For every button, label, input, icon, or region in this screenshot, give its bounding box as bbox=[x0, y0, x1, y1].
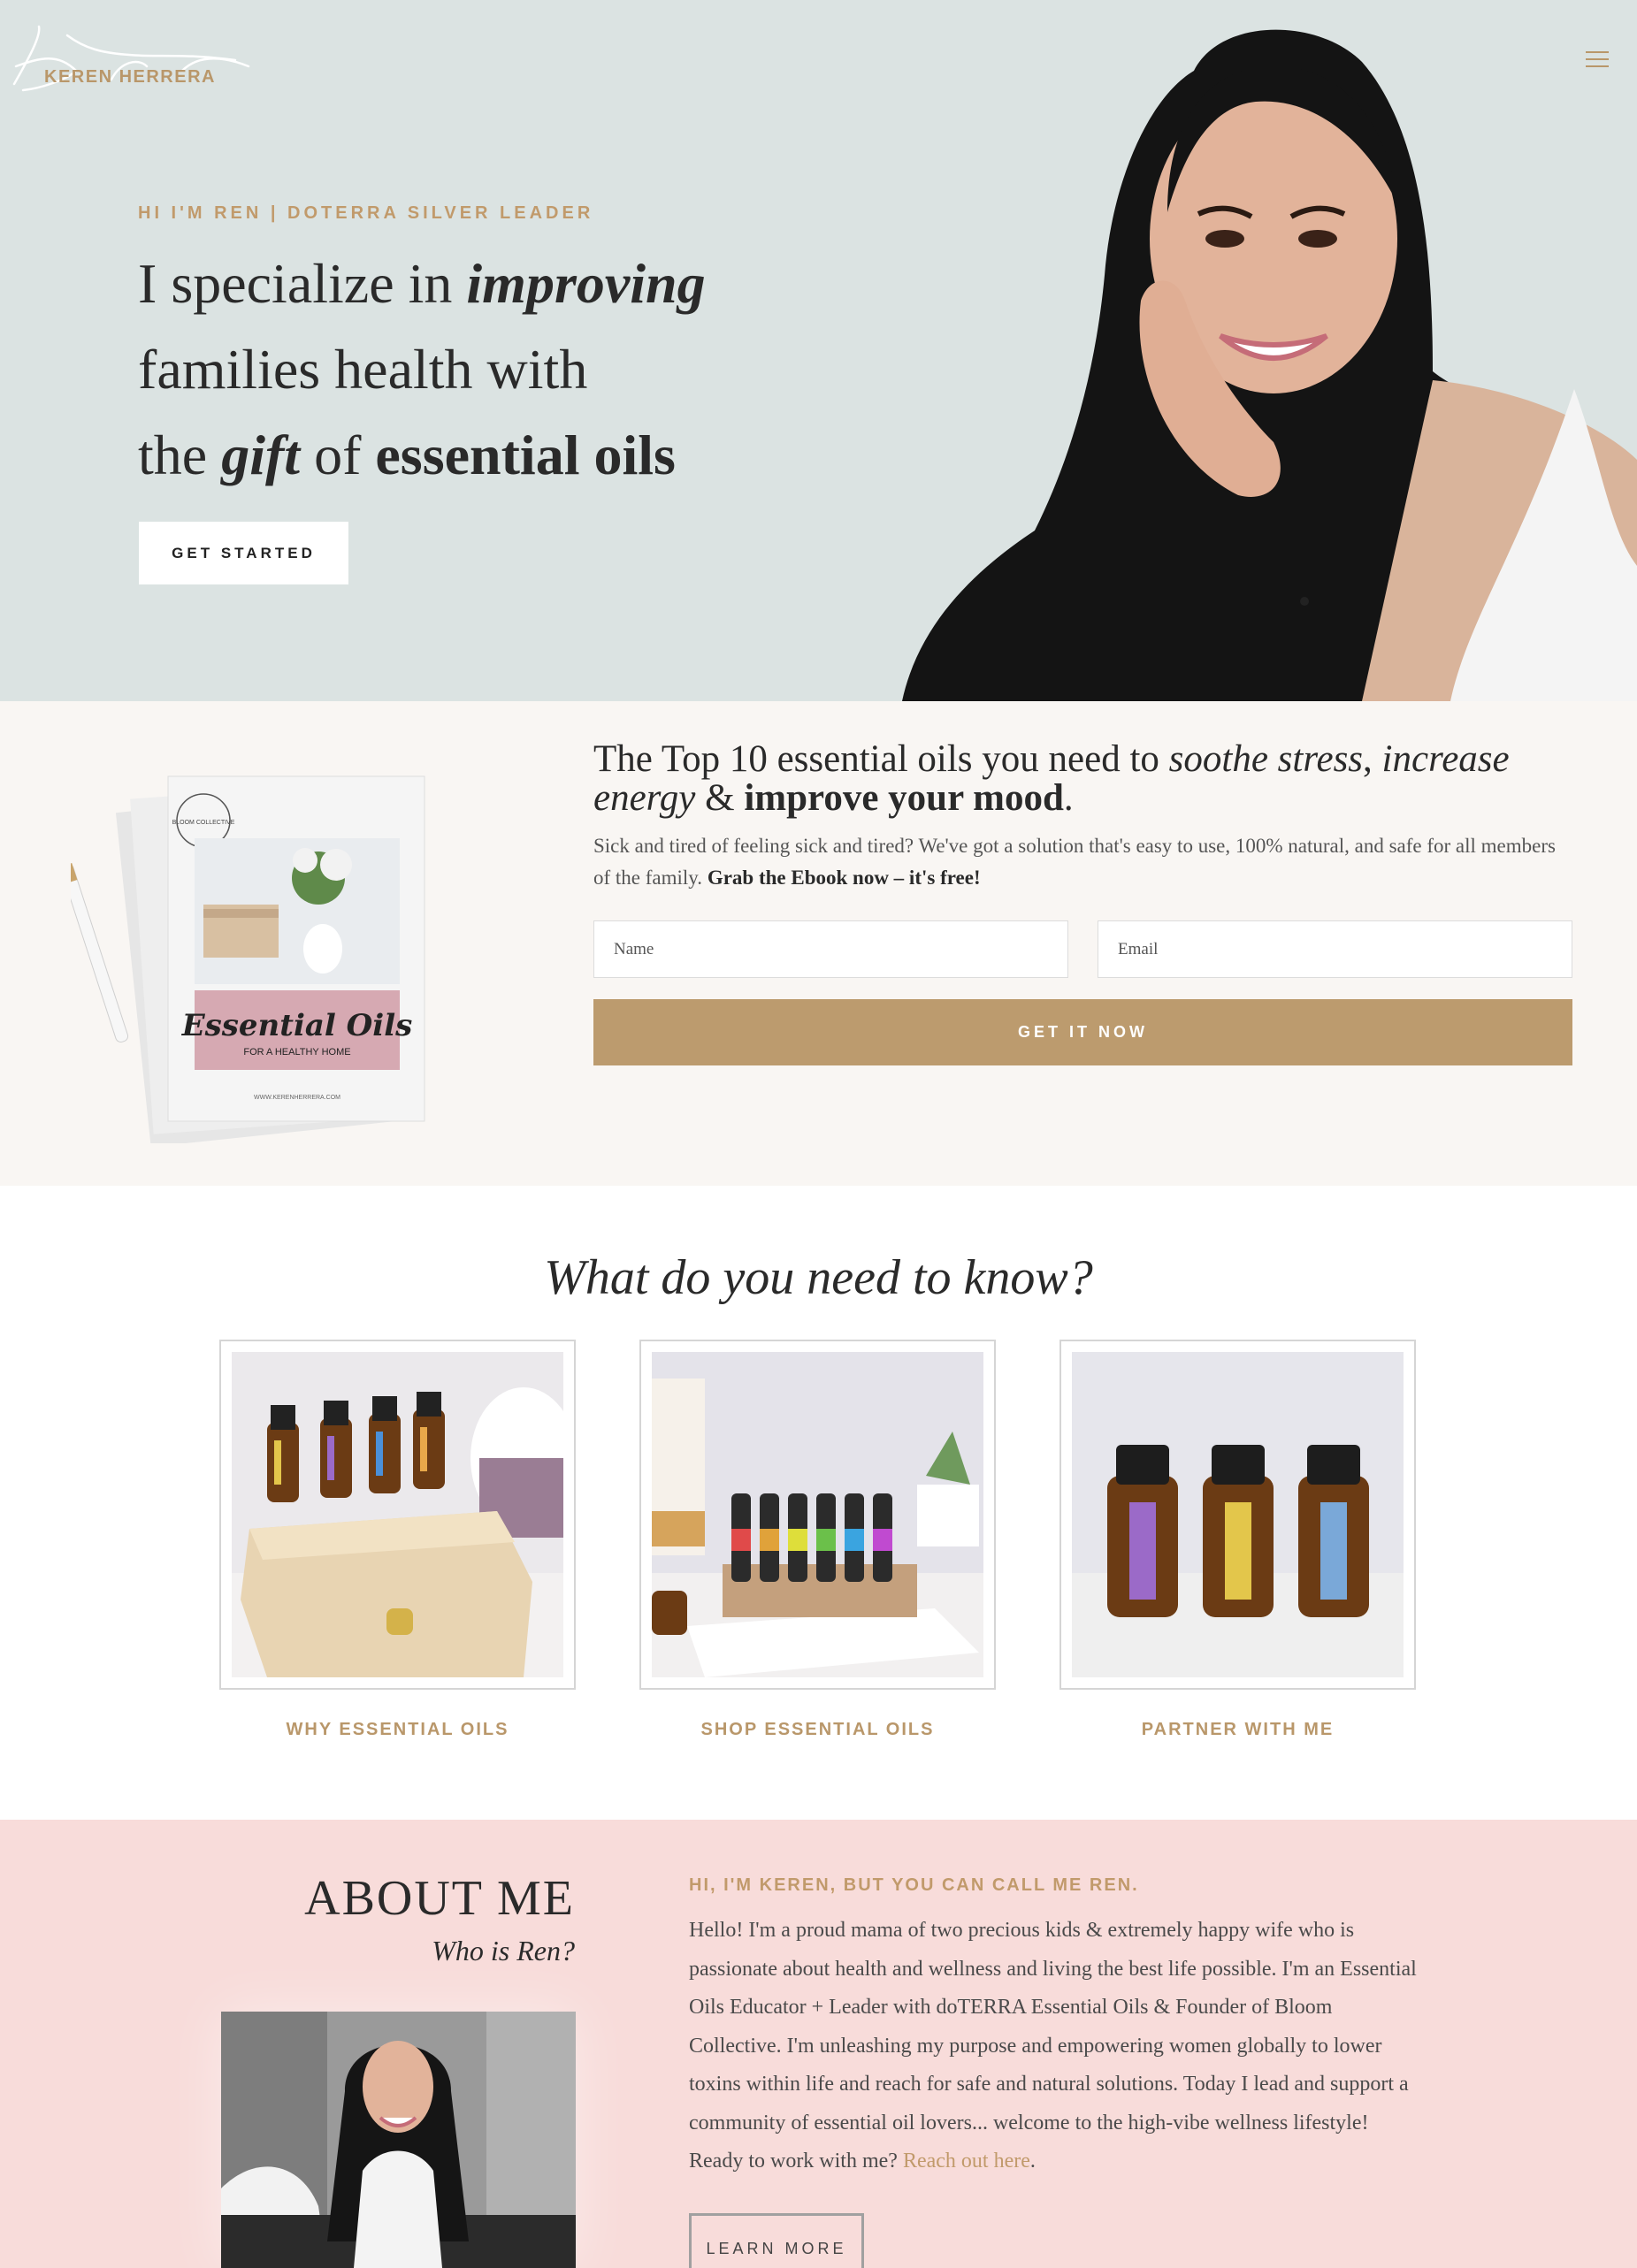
hero-portrait-image bbox=[902, 29, 1637, 701]
svg-text:FOR A HEALTHY HOME: FOR A HEALTHY HOME bbox=[243, 1047, 350, 1058]
know-section: What do you need to know? WHY ESSENTIAL … bbox=[0, 1186, 1637, 1820]
about-body: Hello! I'm a proud mama of two precious … bbox=[689, 1919, 1417, 2173]
get-it-now-button[interactable]: GET IT NOW bbox=[593, 999, 1572, 1065]
ebook-title: The Top 10 essential oils you need to so… bbox=[593, 738, 1510, 819]
reach-out-link[interactable]: Reach out here bbox=[903, 2150, 1030, 2173]
site-logo[interactable]: KEREN HERRERA bbox=[5, 18, 262, 106]
rollerball-oils-image bbox=[652, 1352, 983, 1677]
about-portrait-image bbox=[221, 2012, 576, 2268]
card-label-why-essential-oils[interactable]: WHY ESSENTIAL OILS bbox=[219, 1720, 576, 1740]
get-started-button[interactable]: GET STARTED bbox=[139, 522, 348, 584]
card-label-shop-essential-oils[interactable]: SHOP ESSENTIAL OILS bbox=[639, 1720, 996, 1740]
card-shop-essential-oils[interactable] bbox=[639, 1340, 996, 1690]
svg-text:WWW.KERENHERRERA.COM: WWW.KERENHERRERA.COM bbox=[254, 1095, 340, 1101]
name-input[interactable] bbox=[593, 920, 1068, 978]
svg-text:BLOOM COLLECTIVE: BLOOM COLLECTIVE bbox=[172, 820, 235, 826]
logo-text: KEREN HERRERA bbox=[44, 67, 216, 87]
about-eyebrow: HI, I'M KEREN, BUT YOU CAN CALL ME REN. bbox=[689, 1875, 1139, 1895]
hero-heading: I specialize in improving families healt… bbox=[138, 252, 706, 486]
ebook-section: BLOOM COLLECTIVE Essential Oils FOR A HE… bbox=[0, 701, 1637, 1186]
ebook-description: Sick and tired of feeling sick and tired… bbox=[593, 835, 1556, 889]
about-section: ABOUT ME Who is Ren? HI, I'M KEREN, BUT … bbox=[0, 1820, 1637, 2268]
email-input[interactable] bbox=[1098, 920, 1572, 978]
svg-text:Essential Oils: Essential Oils bbox=[181, 1008, 413, 1043]
card-label-partner-with-me[interactable]: PARTNER WITH ME bbox=[1059, 1720, 1416, 1740]
signature-logo-icon bbox=[12, 25, 250, 92]
card-partner-with-me[interactable] bbox=[1059, 1340, 1416, 1690]
essential-oils-box-image bbox=[232, 1352, 563, 1677]
card-why-essential-oils[interactable] bbox=[219, 1340, 576, 1690]
hero-section: KEREN HERRERA HI I'M REN | DOTERRA SILVE… bbox=[0, 0, 1637, 701]
know-title: What do you need to know? bbox=[544, 1250, 1093, 1305]
ebook-description-highlight: Grab the Ebook now – it's free! bbox=[707, 867, 981, 889]
hero-eyebrow: HI I'M REN | DOTERRA SILVER LEADER bbox=[138, 203, 594, 223]
ebook-cover-image: BLOOM COLLECTIVE Essential Oils FOR A HE… bbox=[71, 775, 425, 1143]
learn-more-button[interactable]: LEARN MORE bbox=[689, 2213, 864, 2268]
about-title: ABOUT ME bbox=[304, 1871, 575, 1926]
about-subtitle: Who is Ren? bbox=[432, 1935, 575, 1966]
three-oil-bottles-image bbox=[1072, 1352, 1404, 1677]
